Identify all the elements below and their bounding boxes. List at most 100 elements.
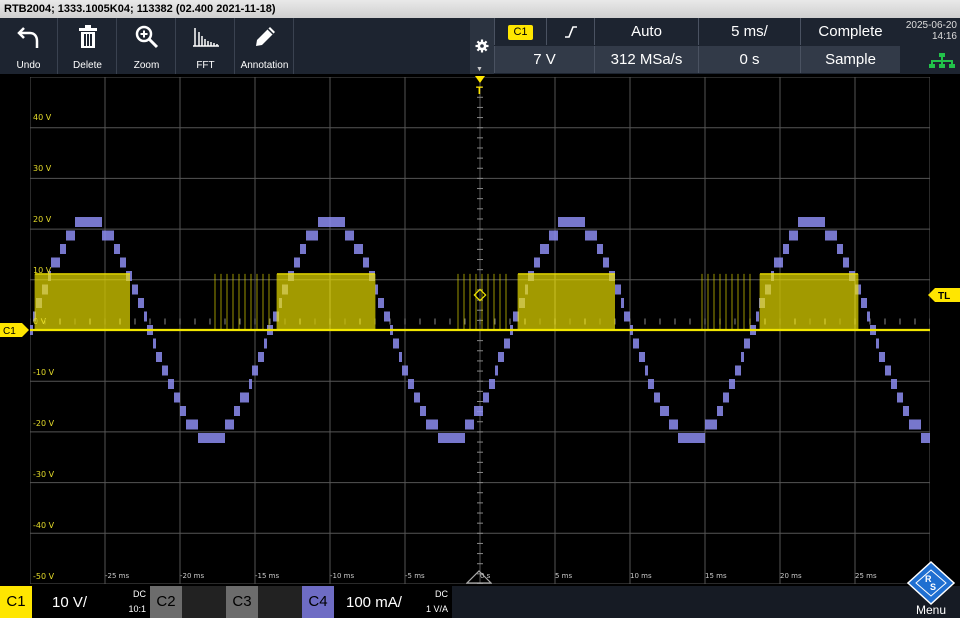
c4-sample xyxy=(453,433,456,443)
channel-c4[interactable]: C4 100 mA/ DC 1 V/A xyxy=(302,586,452,618)
c4-sample xyxy=(396,338,399,349)
time-label: 10 ms xyxy=(630,572,652,580)
c4-sample xyxy=(924,433,927,443)
trigger-slope[interactable] xyxy=(546,18,594,45)
c4-sample xyxy=(207,433,210,443)
channel-c1[interactable]: C1 10 V/ DC 10:1 xyxy=(0,586,150,618)
c4-sample xyxy=(249,379,252,389)
time-label: -5 ms xyxy=(405,572,425,580)
c4-sample xyxy=(450,433,453,443)
c4-sample xyxy=(54,257,57,268)
delete-label: Delete xyxy=(73,60,102,71)
trigger-mode[interactable]: Auto xyxy=(594,18,698,45)
c4-sample xyxy=(462,433,465,443)
c4-sample xyxy=(660,406,663,416)
c4-sample xyxy=(669,419,672,430)
menu-button[interactable]: R S Menu xyxy=(902,560,960,618)
c4-sample xyxy=(696,433,699,443)
timebase-scale[interactable]: 5 ms/ xyxy=(698,18,800,45)
c4-sample xyxy=(780,257,783,268)
c4-sample xyxy=(216,433,219,443)
c4-sample xyxy=(585,230,588,241)
trigger-source[interactable]: C1 xyxy=(494,18,546,45)
acquisition-state[interactable]: Complete xyxy=(800,18,900,45)
sample-rate[interactable]: 312 MSa/s xyxy=(594,46,698,73)
zoom-button[interactable]: Zoom xyxy=(118,18,176,74)
c4-sample xyxy=(120,257,123,268)
channel-c1-scale: 10 V/ xyxy=(52,594,88,611)
c4-sample xyxy=(123,257,126,268)
c1-marker-label: C1 xyxy=(3,326,16,337)
c4-sample xyxy=(789,230,792,241)
c4-sample xyxy=(423,406,426,416)
c4-sample xyxy=(540,244,543,254)
c4-sample xyxy=(393,338,396,349)
c4-sample xyxy=(576,217,579,227)
c4-sample xyxy=(468,419,471,430)
channel-c3[interactable]: C3 xyxy=(226,586,302,618)
voltage-label: -50 V xyxy=(33,572,55,581)
delete-button[interactable]: Delete xyxy=(59,18,117,74)
rising-edge-icon xyxy=(564,26,577,38)
horizontal-reference-marker[interactable] xyxy=(466,570,492,584)
c4-sample xyxy=(387,311,390,322)
undo-button[interactable]: Undo xyxy=(0,18,58,74)
waveform-canvas[interactable] xyxy=(30,77,930,584)
c4-sample xyxy=(72,230,75,241)
trigger-level[interactable]: 7 V xyxy=(494,46,594,73)
c4-sample xyxy=(258,352,261,362)
c4-sample xyxy=(432,419,435,430)
acquisition-mode[interactable]: Sample xyxy=(800,46,900,73)
c4-sample xyxy=(711,419,714,430)
c4-sample xyxy=(744,338,747,349)
menu-label: Menu xyxy=(915,603,947,617)
network-icon[interactable] xyxy=(929,52,955,68)
channel-c1-coupling: DC xyxy=(133,589,146,599)
c4-sample xyxy=(492,379,495,389)
c4-sample xyxy=(402,365,405,376)
trash-icon xyxy=(78,25,97,48)
c4-sample xyxy=(408,379,411,389)
c4-sample xyxy=(144,311,147,322)
waveform-display[interactable]: 40 V 30 V 20 V 10 V 0 V -10 V -20 V -30 … xyxy=(30,77,930,584)
c4-sample xyxy=(51,257,54,268)
horizontal-position[interactable]: 0 s xyxy=(698,46,800,73)
c4-sample xyxy=(318,217,321,227)
c4-sample xyxy=(378,298,381,308)
time-label: 5 ms xyxy=(555,572,573,580)
c4-sample xyxy=(324,217,327,227)
c4-sample xyxy=(111,230,114,241)
c4-sample xyxy=(555,230,558,241)
c4-sample xyxy=(561,217,564,227)
c4-sample xyxy=(672,419,675,430)
c4-sample xyxy=(321,217,324,227)
c4-sample xyxy=(96,217,99,227)
c1-pwm-burst xyxy=(277,273,375,330)
channel-c2[interactable]: C2 xyxy=(150,586,226,618)
c4-sample xyxy=(306,230,309,241)
fft-button[interactable]: FFT xyxy=(177,18,235,74)
c4-sample xyxy=(312,230,315,241)
voltage-label: 20 V xyxy=(33,215,52,224)
trigger-position-marker[interactable]: T xyxy=(474,76,486,96)
c4-sample xyxy=(897,392,900,403)
c4-sample xyxy=(78,217,81,227)
c4-sample xyxy=(414,392,417,403)
c4-sample xyxy=(717,406,720,416)
c4-sample xyxy=(921,433,924,443)
c4-sample xyxy=(156,352,159,362)
c4-sample xyxy=(504,338,507,349)
fft-icon xyxy=(192,28,219,47)
c4-sample xyxy=(429,419,432,430)
c4-sample xyxy=(573,217,576,227)
window-title: RTB2004; 1333.1005K04; 113382 (02.400 20… xyxy=(0,0,960,18)
c4-sample xyxy=(483,392,486,403)
c4-sample xyxy=(927,433,930,443)
annotation-button[interactable]: Annotation xyxy=(236,18,294,74)
c4-sample xyxy=(816,217,819,227)
c4-sample xyxy=(891,379,894,389)
trigger-level-marker[interactable]: TL xyxy=(928,288,960,302)
c1-offset-marker[interactable]: C1 xyxy=(0,323,30,337)
c4-sample xyxy=(807,217,810,227)
c4-sample xyxy=(876,338,879,349)
